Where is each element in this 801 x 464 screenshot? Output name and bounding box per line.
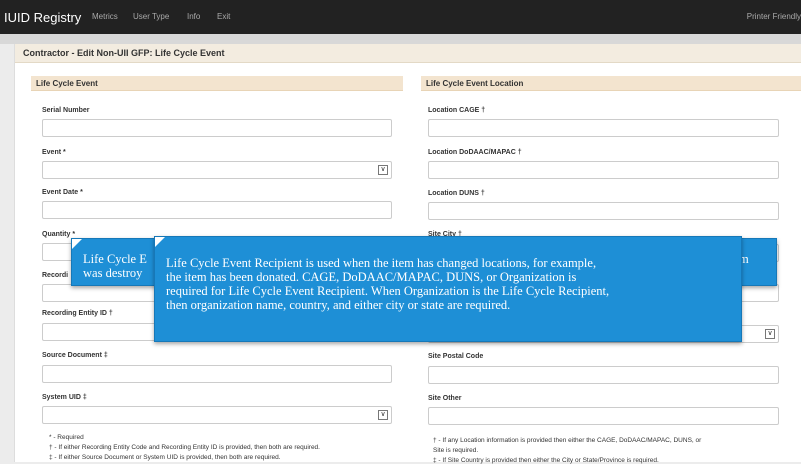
source-document-label: Source Document ‡ (42, 352, 108, 359)
panel-header: Contractor - Edit Non-UII GFP: Life Cycl… (15, 44, 801, 63)
nav-metrics[interactable]: Metrics (92, 12, 118, 21)
tooltip-line: then organization name, country, and eit… (166, 298, 511, 312)
nav-info[interactable]: Info (187, 12, 200, 21)
event-date-label: Event Date * (42, 189, 83, 196)
location-duns-label: Location DUNS † (428, 190, 485, 197)
system-uid-select[interactable]: ∨ (42, 406, 392, 424)
printer-friendly-link[interactable]: Printer Friendly (747, 12, 801, 21)
tooltip-corner (72, 239, 82, 249)
location-dodaac-input[interactable] (428, 161, 779, 179)
note-site-required: Site is required. (433, 447, 479, 454)
site-other-input[interactable] (428, 407, 779, 425)
site-postal-code-label: Site Postal Code (428, 353, 484, 360)
event-label: Event * (42, 149, 66, 156)
section-title: Life Cycle Event Location (426, 79, 524, 88)
section-header: Life Cycle Event (31, 76, 403, 91)
chevron-down-icon: ∨ (765, 329, 775, 339)
source-document-input[interactable] (42, 365, 392, 383)
tooltip-life-cycle-event-recipient: Life Cycle Event Recipient is used when … (154, 236, 742, 342)
tooltip-corner (155, 237, 165, 247)
nav-user-type[interactable]: User Type (133, 12, 169, 21)
note-recording-entity: † - If either Recording Entity Code and … (49, 444, 320, 451)
event-select[interactable]: ∨ (42, 161, 392, 179)
tooltip-line: required for Life Cycle Event Recipient.… (166, 284, 610, 298)
tooltip-line: the item has been donated. CAGE, DoDAAC/… (166, 270, 577, 284)
location-dodaac-label: Location DoDAAC/MAPAC † (428, 149, 522, 156)
nav-shadow-strip (0, 34, 801, 44)
event-date-input[interactable] (42, 201, 392, 219)
quantity-label: Quantity * (42, 231, 76, 238)
tooltip-line: Life Cycle Event Recipient is used when … (166, 256, 597, 270)
site-postal-code-input[interactable] (428, 366, 779, 384)
nav-exit[interactable]: Exit (217, 12, 230, 21)
serial-number-input[interactable] (42, 119, 392, 137)
note-source-document: ‡ - If either Source Document or System … (49, 454, 281, 461)
serial-number-label: Serial Number (42, 107, 90, 114)
section-header: Life Cycle Event Location (421, 76, 801, 91)
recording-entity-code-label: Recordi (42, 272, 69, 279)
chevron-down-icon: ∨ (378, 165, 388, 175)
chevron-down-icon: ∨ (378, 410, 388, 420)
location-cage-input[interactable] (428, 119, 779, 137)
note-site-country: ‡ - If Site Country is provided then eit… (433, 457, 659, 464)
note-location-any: † - If any Location information is provi… (433, 437, 702, 444)
section-title: Life Cycle Event (36, 79, 98, 88)
note-required: * - Required (49, 434, 84, 441)
location-cage-label: Location CAGE † (428, 107, 486, 114)
location-duns-input[interactable] (428, 202, 779, 220)
app-brand[interactable]: IUID Registry (4, 10, 81, 25)
tooltip-line: was destroy (83, 266, 143, 280)
top-navbar: IUID Registry Metrics User Type Info Exi… (0, 0, 801, 34)
system-uid-label: System UID ‡ (42, 394, 87, 401)
recording-entity-id-label: Recording Entity ID † (42, 310, 113, 317)
page-title: Contractor - Edit Non-UII GFP: Life Cycl… (23, 48, 225, 58)
tooltip-line: Life Cycle E (83, 252, 147, 266)
site-other-label: Site Other (428, 395, 462, 402)
